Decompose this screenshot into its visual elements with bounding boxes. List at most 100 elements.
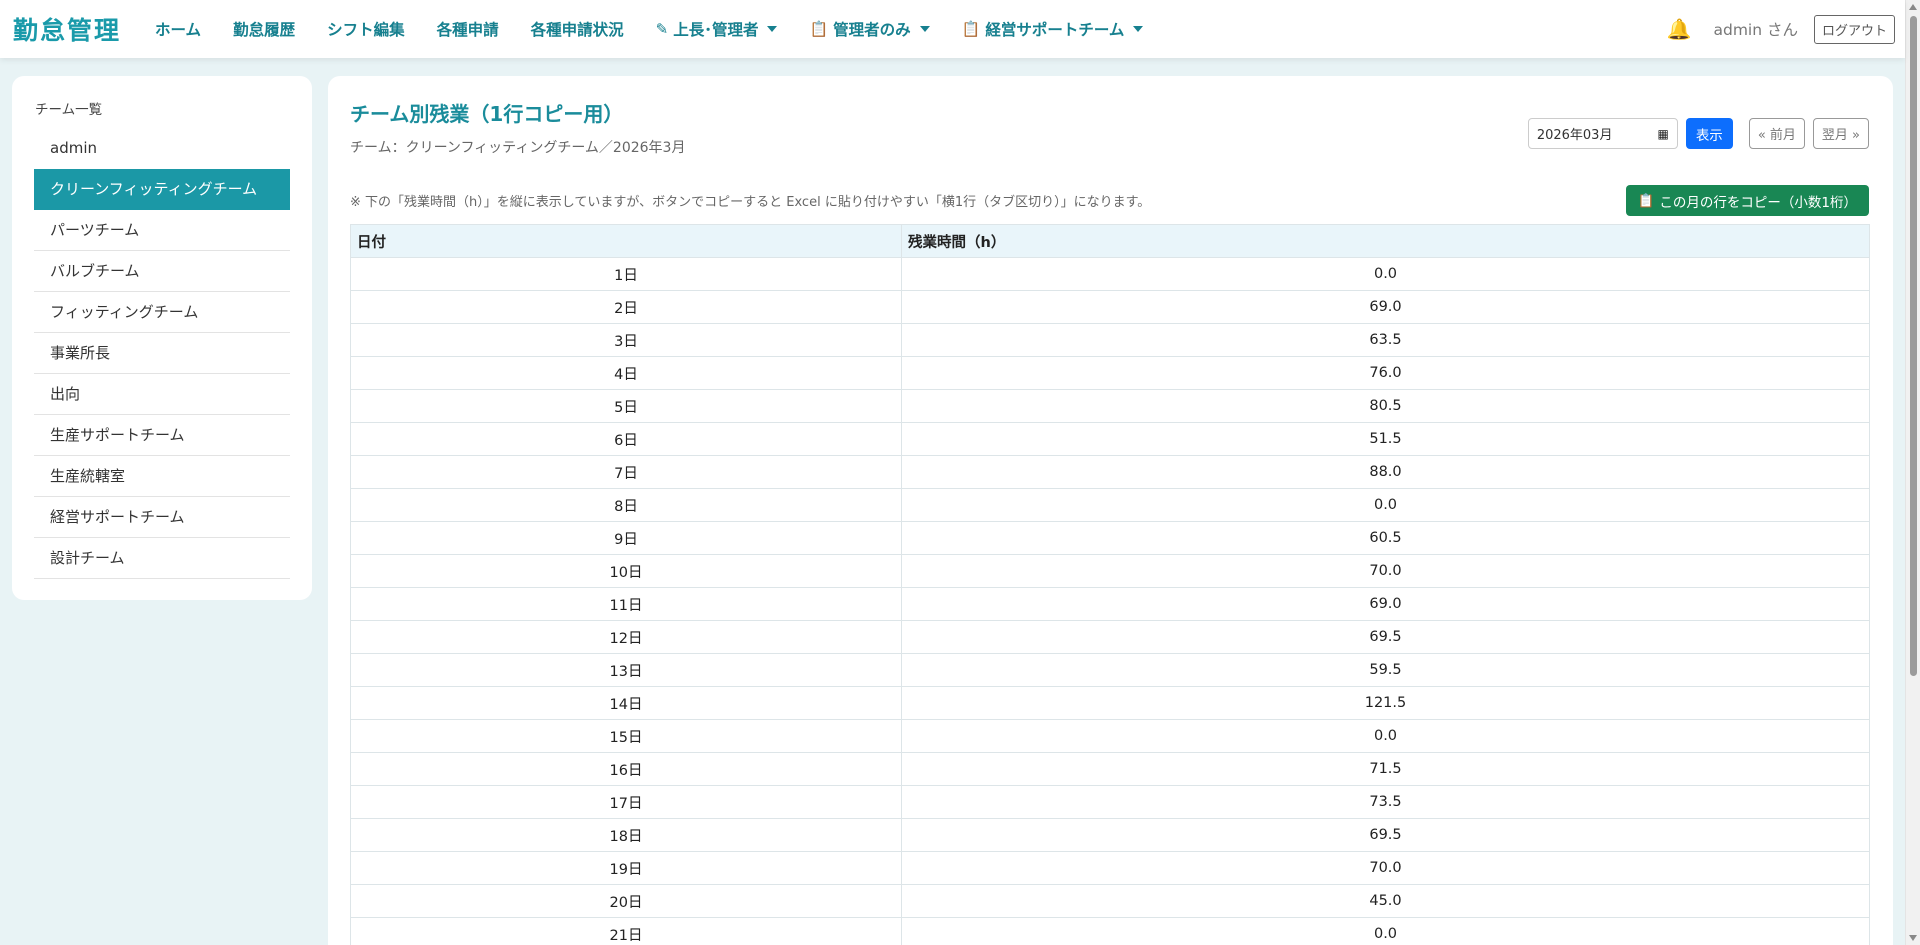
month-controls: 2026年03月 ▦ 表示 « 前月 翌月 » <box>1527 118 1869 149</box>
nav-item-3[interactable]: 各種申請 <box>437 18 499 40</box>
team-item[interactable]: 出向 <box>34 374 290 415</box>
nav-item-label: 管理者のみ <box>833 21 911 39</box>
team-item[interactable]: 生産サポートチーム <box>34 415 290 456</box>
brand-logo[interactable]: 勤怠管理 <box>13 11 121 47</box>
table-row: 19日 70.0 <box>350 851 1870 885</box>
overtime-cell: 76.0 <box>901 356 1870 390</box>
table-row: 21日 0.0 <box>350 917 1870 945</box>
header-overtime: 残業時間（h） <box>901 224 1870 258</box>
nav-item-label: ホーム <box>155 21 202 39</box>
date-cell: 15日 <box>350 719 902 753</box>
date-cell: 5日 <box>350 389 902 423</box>
date-cell: 6日 <box>350 422 902 456</box>
copy-row-button[interactable]: 📋 この月の行をコピー（小数1桁） <box>1625 185 1869 216</box>
scrollbar-thumb[interactable] <box>1910 16 1917 676</box>
month-input[interactable]: 2026年03月 ▦ <box>1527 118 1678 149</box>
scroll-down-icon[interactable] <box>1909 935 1917 941</box>
overtime-cell: 70.0 <box>901 851 1870 885</box>
date-cell: 8日 <box>350 488 902 522</box>
overtime-cell: 73.5 <box>901 785 1870 819</box>
overtime-cell: 71.5 <box>901 752 1870 786</box>
nav-item-1[interactable]: 勤怠履歴 <box>233 18 295 40</box>
date-cell: 10日 <box>350 554 902 588</box>
overtime-cell: 0.0 <box>901 257 1870 291</box>
nav-item-5[interactable]: ✎ 上長･管理者 <box>656 18 778 40</box>
caret-down-icon <box>767 26 778 32</box>
overtime-cell: 121.5 <box>901 686 1870 720</box>
date-cell: 21日 <box>350 917 902 945</box>
prev-month-button[interactable]: « 前月 <box>1748 118 1805 149</box>
table-row: 15日 0.0 <box>350 719 1870 753</box>
date-cell: 12日 <box>350 620 902 654</box>
copy-note: ※ 下の「残業時間（h）」を縦に表示していますが、ボタンでコピーすると Exce… <box>350 195 1151 210</box>
scroll-up-icon[interactable] <box>1909 4 1917 10</box>
nav-item-7[interactable]: 📋 経営サポートチーム <box>962 18 1144 40</box>
table-row: 20日 45.0 <box>350 884 1870 918</box>
team-item[interactable]: 事業所長 <box>34 333 290 374</box>
nav-item-4[interactable]: 各種申請状況 <box>531 18 624 40</box>
overtime-cell: 80.5 <box>901 389 1870 423</box>
nav-item-label: シフト編集 <box>327 21 405 39</box>
team-item[interactable]: 生産統轄室 <box>34 456 290 497</box>
table-row: 13日 59.5 <box>350 653 1870 687</box>
date-cell: 20日 <box>350 884 902 918</box>
nav-item-label: 各種申請状況 <box>530 21 624 39</box>
page-scrollbar[interactable] <box>1905 0 1920 945</box>
sidebar-title: チーム一覧 <box>35 102 103 118</box>
date-cell: 9日 <box>350 521 902 555</box>
table-row: 5日 80.5 <box>350 389 1870 423</box>
date-cell: 18日 <box>350 818 902 852</box>
overtime-cell: 45.0 <box>901 884 1870 918</box>
overtime-table: 日付 残業時間（h） 1日 0.0 2日 69.0 3日 63.5 4日 76.0 5日 80.5… <box>350 224 1870 945</box>
team-item[interactable]: バルブチーム <box>34 251 290 292</box>
calendar-icon[interactable]: ▦ <box>1657 127 1668 141</box>
month-input-value: 2026年03月 <box>1536 128 1613 143</box>
nav-item-label: 経営サポートチーム <box>985 21 1125 39</box>
overtime-cell: 51.5 <box>901 422 1870 456</box>
nav-menu: ホーム 勤怠履歴 シフト編集 各種申請 各種申請状況 ✎ 上長･管理者 📋 管理者のみ 📋 経営サポ… <box>139 18 1159 40</box>
date-cell: 16日 <box>350 752 902 786</box>
overtime-cell: 69.5 <box>901 620 1870 654</box>
clipboard-icon: 📋 <box>809 20 829 38</box>
team-item[interactable]: フィッティングチーム <box>34 292 290 333</box>
show-button[interactable]: 表示 <box>1685 118 1733 149</box>
team-list: admin クリーンフィッティングチーム パーツチーム バルブチーム フィッティングチー… <box>34 128 290 579</box>
team-item[interactable]: パーツチーム <box>34 210 290 251</box>
table-header-row: 日付 残業時間（h） <box>350 224 1870 258</box>
date-cell: 3日 <box>350 323 902 357</box>
table-row: 11日 69.0 <box>350 587 1870 621</box>
team-item[interactable]: 経営サポートチーム <box>34 497 290 538</box>
overtime-cell: 69.0 <box>901 290 1870 324</box>
overtime-cell: 69.5 <box>901 818 1870 852</box>
date-cell: 11日 <box>350 587 902 621</box>
table-row: 4日 76.0 <box>350 356 1870 390</box>
caret-down-icon <box>919 26 930 32</box>
overtime-cell: 59.5 <box>901 653 1870 687</box>
date-cell: 19日 <box>350 851 902 885</box>
table-row: 12日 69.5 <box>350 620 1870 654</box>
date-cell: 1日 <box>350 257 902 291</box>
table-row: 16日 71.5 <box>350 752 1870 786</box>
team-item[interactable]: 設計チーム <box>34 538 290 579</box>
nav-item-2[interactable]: シフト編集 <box>327 18 405 40</box>
overtime-cell: 70.0 <box>901 554 1870 588</box>
user-name: admin さん <box>1713 21 1798 39</box>
edit-icon: ✎ <box>655 20 669 38</box>
top-navbar: 勤怠管理 ホーム 勤怠履歴 シフト編集 各種申請 各種申請状況 ✎ 上長･管理者 📋 管理者のみ… <box>0 0 1905 58</box>
bell-icon[interactable]: 🔔 <box>1667 17 1692 41</box>
date-cell: 14日 <box>350 686 902 720</box>
team-item[interactable]: クリーンフィッティングチーム <box>34 169 290 210</box>
overtime-cell: 63.5 <box>901 323 1870 357</box>
nav-item-0[interactable]: ホーム <box>155 18 201 40</box>
overtime-cell: 69.0 <box>901 587 1870 621</box>
next-month-button[interactable]: 翌月 » <box>1812 118 1869 149</box>
logout-button[interactable]: ログアウト <box>1813 14 1895 44</box>
table-row: 6日 51.5 <box>350 422 1870 456</box>
team-item[interactable]: admin <box>34 128 290 169</box>
nav-item-label: 勤怠履歴 <box>233 21 296 39</box>
date-cell: 4日 <box>350 356 902 390</box>
clipboard-icon: 📋 <box>961 20 981 38</box>
date-cell: 2日 <box>350 290 902 324</box>
caret-down-icon <box>1133 26 1144 32</box>
nav-item-6[interactable]: 📋 管理者のみ <box>809 18 930 40</box>
